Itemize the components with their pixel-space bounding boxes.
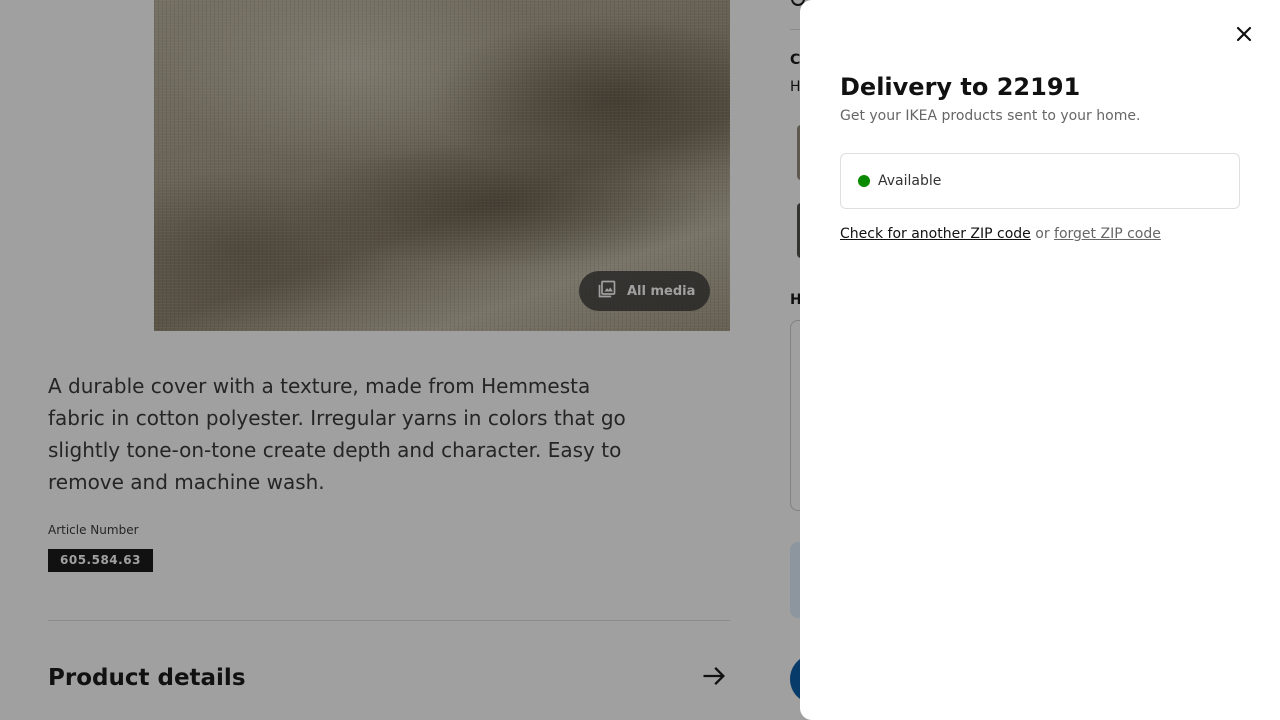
delivery-sheet: Delivery to 22191 Get your IKEA products…	[800, 0, 1280, 720]
availability-status-text: Available	[878, 173, 942, 189]
close-icon	[1235, 25, 1253, 47]
or-separator: or	[1035, 226, 1055, 242]
forget-zip-link[interactable]: forget ZIP code	[1054, 226, 1161, 242]
product-page: All media A durable cover with a texture…	[0, 0, 1280, 720]
availability-status-box: Available	[840, 153, 1240, 209]
available-status-icon	[858, 175, 870, 187]
check-another-zip-link[interactable]: Check for another ZIP code	[840, 226, 1031, 242]
zip-links-row: Check for another ZIP code or forget ZIP…	[840, 226, 1161, 242]
delivery-title: Delivery to 22191	[840, 73, 1081, 101]
close-button[interactable]	[1228, 20, 1260, 52]
delivery-subtitle: Get your IKEA products sent to your home…	[840, 108, 1141, 124]
